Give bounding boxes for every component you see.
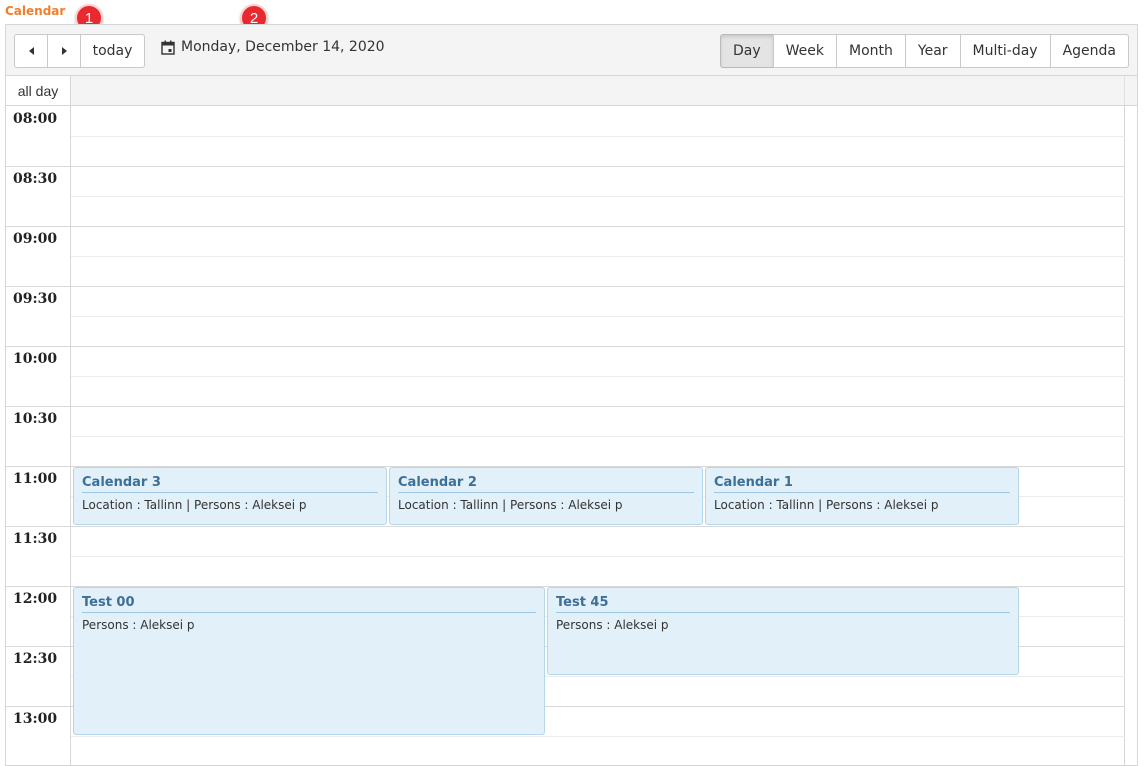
half-slot-divider <box>71 316 1125 317</box>
time-label: 10:00 <box>13 351 58 367</box>
event-title: Test 45 <box>556 595 1010 613</box>
half-slot-divider <box>71 556 1125 557</box>
time-grid: 08:00 08:30 09:00 09:30 10:00 10:30 11:00 11:30… <box>6 106 1137 766</box>
time-label: 08:30 <box>13 171 58 187</box>
caret-left-icon <box>28 47 34 55</box>
half-slot-divider <box>71 256 1125 257</box>
current-date[interactable]: Monday, December 14, 2020 <box>161 39 385 55</box>
view-multi-day-button[interactable]: Multi-day <box>959 34 1051 68</box>
event-card[interactable]: Test 00 Persons : Aleksei p <box>73 587 545 735</box>
slot-divider <box>6 286 1125 287</box>
event-title: Test 00 <box>82 595 536 613</box>
event-detail: Persons : Aleksei p <box>556 618 669 632</box>
slot-divider <box>6 406 1125 407</box>
navigation-group: today <box>14 34 145 68</box>
slot-divider <box>6 226 1125 227</box>
time-gutter: 08:00 08:30 09:00 09:30 10:00 10:30 11:00 11:30… <box>6 106 71 766</box>
calendar-toolbar: today Monday, December 14, 2020 Day Week… <box>6 25 1137 76</box>
time-label: 11:00 <box>13 471 58 487</box>
event-title: Calendar 1 <box>714 475 1010 493</box>
slot-divider <box>6 526 1125 527</box>
event-card[interactable]: Calendar 3 Location : Tallinn | Persons :… <box>73 467 387 525</box>
view-year-button[interactable]: Year <box>904 34 961 68</box>
view-switcher: Day Week Month Year Multi-day Agenda <box>720 34 1129 68</box>
event-card[interactable]: Test 45 Persons : Aleksei p <box>547 587 1019 675</box>
slot-divider <box>6 166 1125 167</box>
time-label: 13:00 <box>13 711 58 727</box>
time-label: 12:00 <box>13 591 58 607</box>
next-button[interactable] <box>47 34 81 68</box>
event-title: Calendar 3 <box>82 475 378 493</box>
event-title: Calendar 2 <box>398 475 694 493</box>
view-month-button[interactable]: Month <box>836 34 906 68</box>
slot-divider <box>6 346 1125 347</box>
calendar-frame: today Monday, December 14, 2020 Day Week… <box>5 24 1138 766</box>
half-slot-divider <box>71 376 1125 377</box>
all-day-cell[interactable] <box>71 76 1124 105</box>
time-label: 11:30 <box>13 531 58 547</box>
time-label: 08:00 <box>13 111 58 127</box>
all-day-row: all day <box>6 76 1137 106</box>
current-date-text: Monday, December 14, 2020 <box>181 39 385 55</box>
time-label: 09:30 <box>13 291 58 307</box>
event-card[interactable]: Calendar 2 Location : Tallinn | Persons :… <box>389 467 703 525</box>
caret-right-icon <box>61 47 67 55</box>
scrollbar-spacer <box>1124 76 1137 105</box>
event-detail: Location : Tallinn | Persons : Aleksei p <box>398 498 623 512</box>
half-slot-divider <box>71 136 1125 137</box>
calendar-title: Calendar <box>5 4 66 18</box>
time-label: 10:30 <box>13 411 58 427</box>
all-day-label: all day <box>6 76 71 105</box>
half-slot-divider <box>71 736 1125 737</box>
half-slot-divider <box>71 196 1125 197</box>
view-week-button[interactable]: Week <box>772 34 838 68</box>
event-detail: Persons : Aleksei p <box>82 618 195 632</box>
view-agenda-button[interactable]: Agenda <box>1049 34 1129 68</box>
event-detail: Location : Tallinn | Persons : Aleksei p <box>714 498 939 512</box>
time-label: 12:30 <box>13 651 58 667</box>
time-label: 09:00 <box>13 231 58 247</box>
calendar-icon <box>161 40 175 55</box>
event-detail: Location : Tallinn | Persons : Aleksei p <box>82 498 307 512</box>
event-card[interactable]: Calendar 1 Location : Tallinn | Persons :… <box>705 467 1019 525</box>
today-button[interactable]: today <box>80 34 145 68</box>
prev-button[interactable] <box>14 34 48 68</box>
view-day-button[interactable]: Day <box>720 34 774 68</box>
half-slot-divider <box>71 436 1125 437</box>
